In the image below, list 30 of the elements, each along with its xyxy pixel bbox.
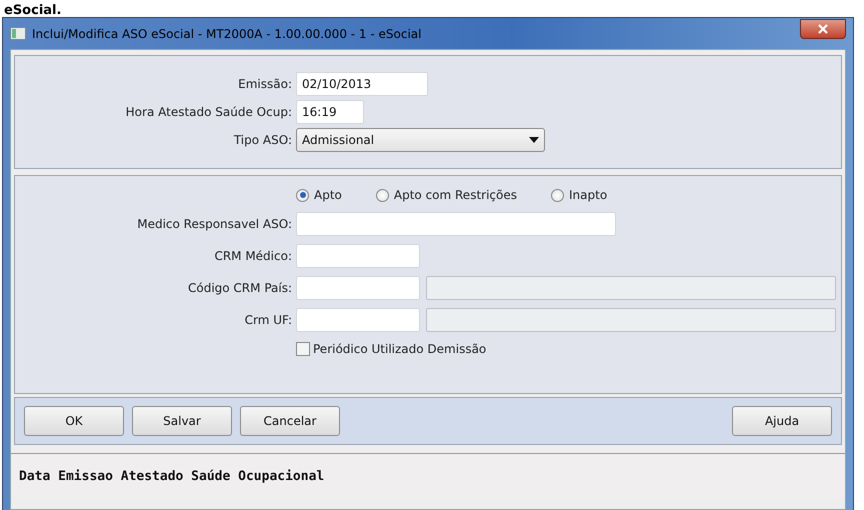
description-field[interactable] <box>426 276 836 300</box>
dialog-button[interactable]: Salvar <box>132 406 232 436</box>
text-field[interactable] <box>296 212 616 236</box>
text-field[interactable] <box>296 276 420 300</box>
text-field[interactable] <box>296 244 420 268</box>
dialog-button[interactable]: OK <box>24 406 124 436</box>
radio-option[interactable]: Inapto <box>551 188 608 202</box>
help-button[interactable]: Ajuda <box>732 406 832 436</box>
dialog-button[interactable]: Cancelar <box>240 406 340 436</box>
field-label: Crm UF: <box>244 313 292 327</box>
field-label: Código CRM País: <box>186 281 292 295</box>
date-field[interactable]: 02/10/2013 <box>296 72 428 96</box>
radio-option[interactable]: Apto <box>296 188 342 202</box>
window-title: Inclui/Modifica ASO eSocial - MT2000A - 1.00.00.000 - 1 - eSocial <box>32 26 422 40</box>
text-field[interactable] <box>296 308 420 332</box>
checkbox-option[interactable]: Periódico Utilizado Demissão <box>296 342 841 356</box>
type-dropdown[interactable]: Admissional <box>296 128 545 152</box>
field-label: CRM Médico: <box>213 249 292 263</box>
description-field[interactable] <box>426 308 836 332</box>
page-caption: eSocial. <box>3 2 62 17</box>
time-field[interactable]: 16:19 <box>296 100 364 124</box>
close-icon <box>818 24 828 34</box>
field-label: Emissão: <box>237 77 292 91</box>
window-icon <box>10 27 26 40</box>
field-label: Tipo ASO: <box>232 133 292 147</box>
radio-option[interactable]: Apto com Restrições <box>376 188 517 202</box>
field-label: Medico Responsavel ASO: <box>136 217 292 231</box>
field-label: Hora Atestado Saúde Ocup: <box>124 105 292 119</box>
caret-icon <box>529 137 539 143</box>
close-button[interactable] <box>800 18 846 38</box>
